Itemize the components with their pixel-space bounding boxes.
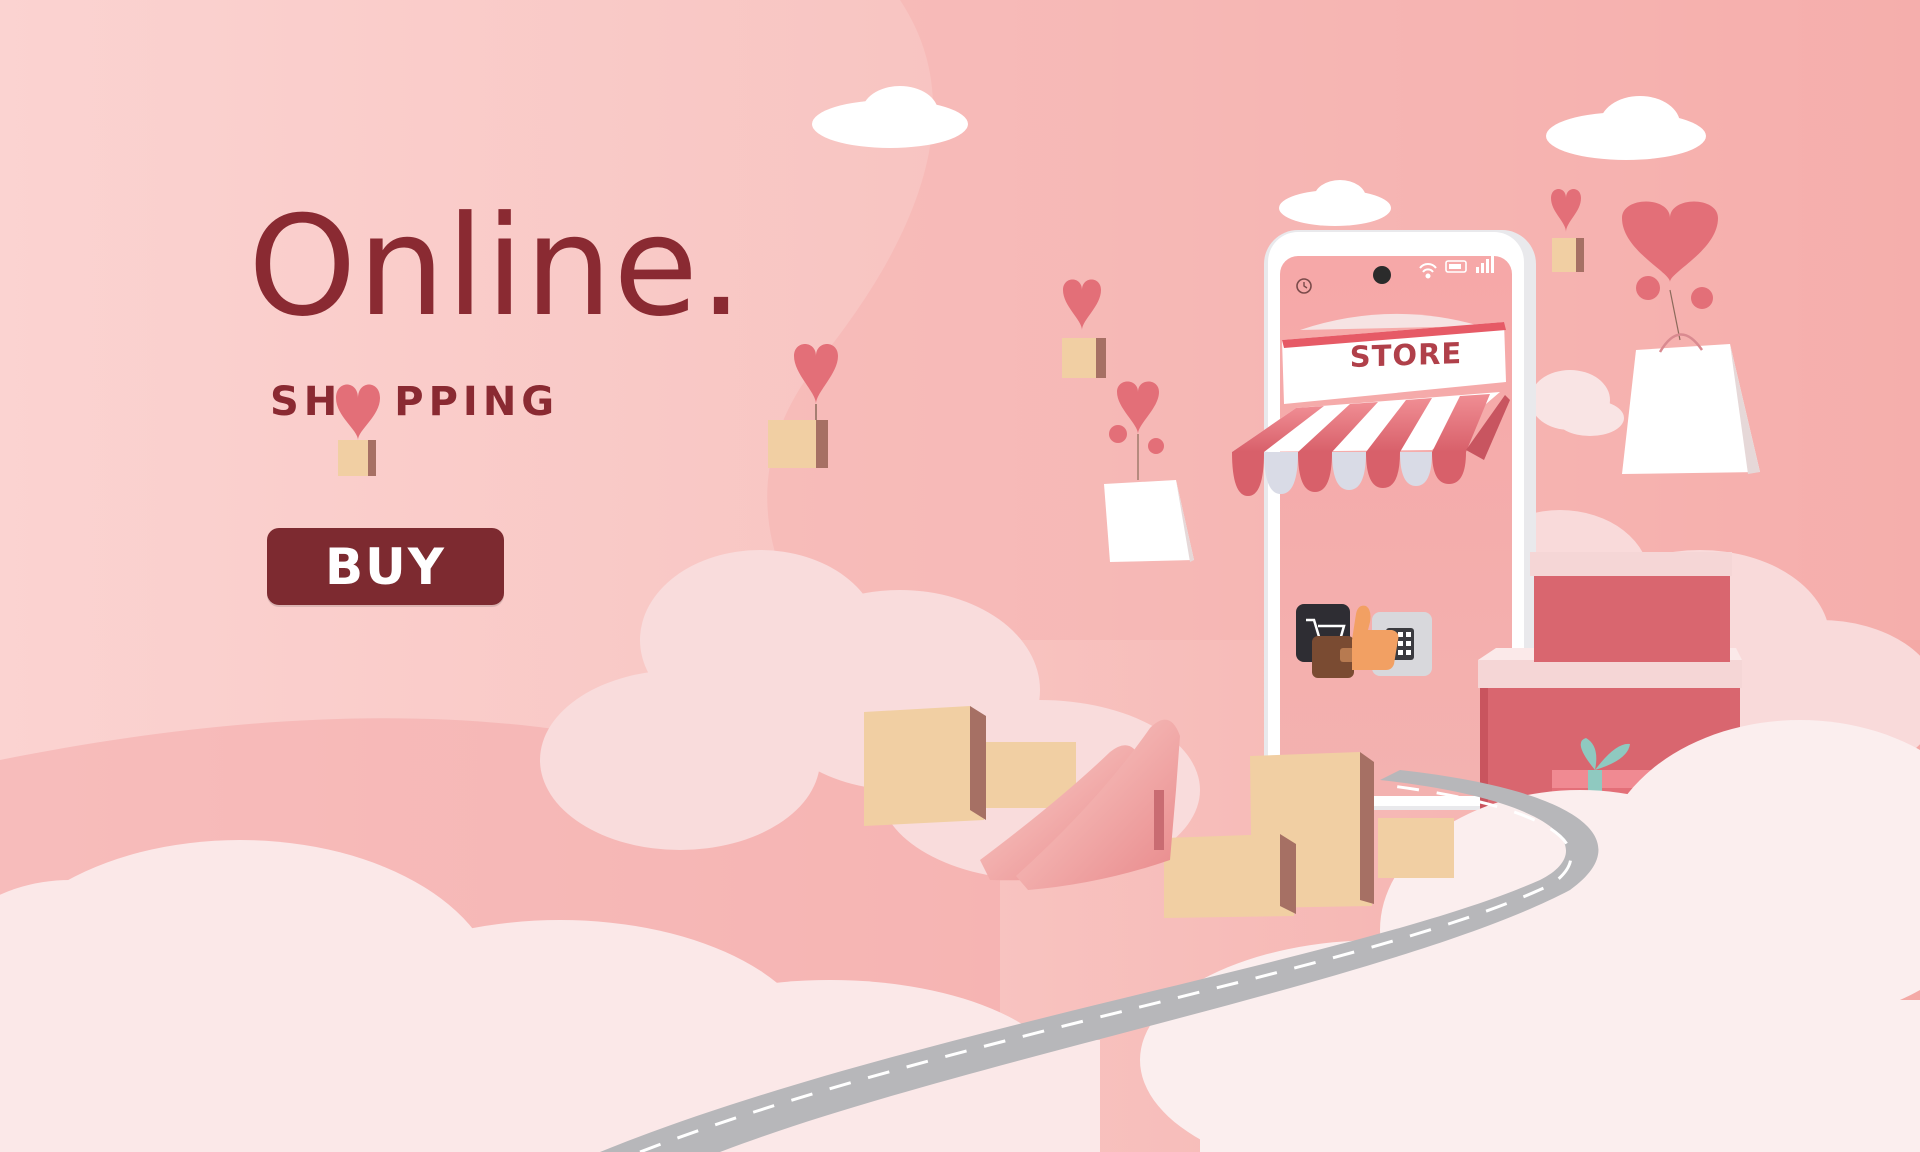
shopping-banner: Online. SH PPING BUY STORE [0, 0, 1920, 1152]
camera-icon [1373, 266, 1391, 284]
hero-subtitle-end: PPING [394, 379, 560, 425]
wallet-icon [1312, 636, 1358, 678]
store-sign-label: STORE [1349, 336, 1463, 374]
hero-subtitle: SH PPING [270, 382, 559, 422]
hero-title: Online. [248, 186, 744, 347]
hero-subtitle-start: SH [270, 379, 343, 425]
buy-button[interactable]: BUY [267, 528, 504, 605]
cardboard-box-icon [768, 420, 816, 468]
